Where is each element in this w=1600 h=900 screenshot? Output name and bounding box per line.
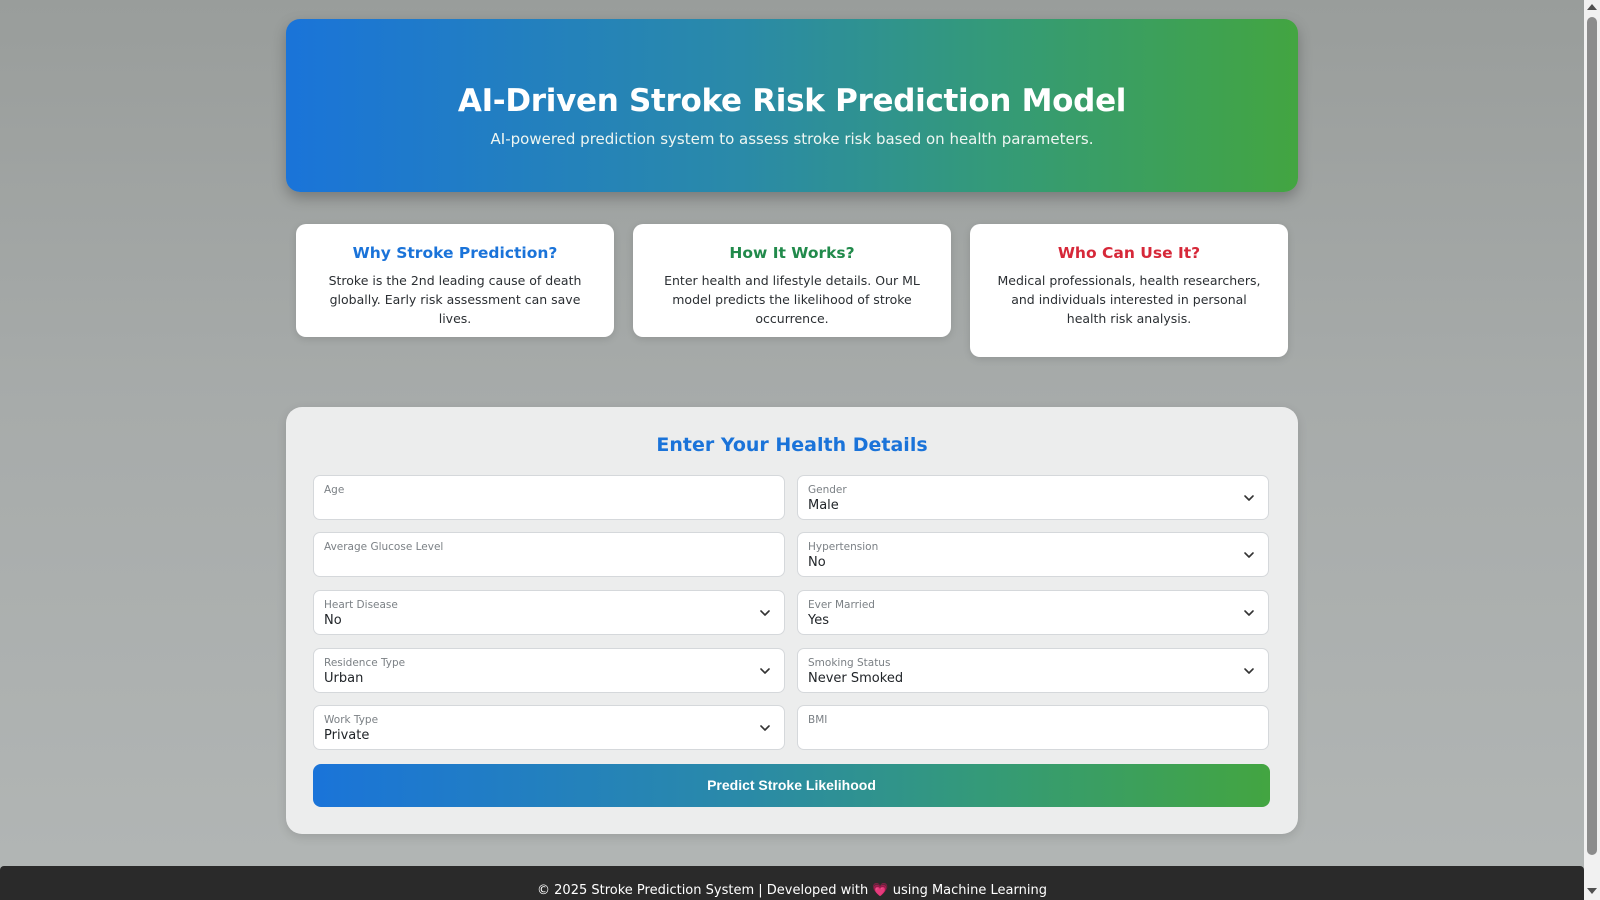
gender-label: Gender (808, 484, 847, 496)
health-details-form: Enter Your Health Details Age Gender Mal… (286, 407, 1298, 834)
page-subtitle: AI-powered prediction system to assess s… (490, 130, 1094, 148)
footer: © 2025 Stroke Prediction System | Develo… (0, 866, 1584, 900)
bmi-label: BMI (808, 714, 828, 726)
gender-value: Male (808, 498, 839, 513)
predict-button[interactable]: Predict Stroke Likelihood (313, 764, 1270, 807)
chevron-down-icon (760, 610, 770, 616)
age-label: Age (324, 484, 345, 496)
page-title: AI-Driven Stroke Risk Prediction Model (457, 83, 1127, 119)
info-card-title: Why Stroke Prediction? (352, 244, 558, 262)
info-card-text: Medical professionals, health researcher… (997, 273, 1261, 326)
gender-select[interactable]: Gender Male (797, 475, 1269, 520)
hero-banner: AI-Driven Stroke Risk Prediction Model A… (286, 19, 1298, 192)
chevron-down-icon (1244, 610, 1254, 616)
heart-disease-select[interactable]: Heart Disease No (313, 590, 785, 635)
footer-text-prefix: © 2025 Stroke Prediction System | Develo… (537, 883, 869, 898)
info-card-text: Enter health and lifestyle details. Our … (664, 273, 920, 326)
ever-married-value: Yes (808, 613, 829, 628)
hypertension-select[interactable]: Hypertension No (797, 532, 1269, 577)
scrollbar-thumb[interactable] (1587, 17, 1597, 855)
chevron-down-icon (760, 668, 770, 674)
smoking-status-label: Smoking Status (808, 657, 891, 669)
info-card-title: Who Can Use It? (1057, 244, 1201, 262)
footer-text-suffix: using Machine Learning (892, 883, 1047, 898)
chevron-down-icon (1244, 552, 1254, 558)
vertical-scrollbar[interactable] (1584, 0, 1600, 900)
page: AI-Driven Stroke Risk Prediction Model A… (0, 0, 1584, 900)
residence-type-select[interactable]: Residence Type Urban (313, 648, 785, 693)
bmi-input[interactable]: BMI (797, 705, 1269, 750)
scroll-up-arrow-icon[interactable] (1587, 4, 1597, 10)
glucose-input[interactable]: Average Glucose Level (313, 532, 785, 577)
info-card-title: How It Works? (729, 244, 855, 262)
hypertension-label: Hypertension (808, 541, 879, 553)
hypertension-value: No (808, 555, 826, 570)
smoking-status-select[interactable]: Smoking Status Never Smoked (797, 648, 1269, 693)
work-type-select[interactable]: Work Type Private (313, 705, 785, 750)
info-card-text: Stroke is the 2nd leading cause of death… (328, 273, 582, 326)
chevron-down-icon (760, 725, 770, 731)
residence-type-label: Residence Type (324, 657, 406, 669)
age-input[interactable]: Age (313, 475, 785, 520)
work-type-value: Private (324, 728, 370, 743)
chevron-down-icon (1244, 668, 1254, 674)
chevron-down-icon (1244, 495, 1254, 501)
glucose-label: Average Glucose Level (324, 541, 444, 553)
info-card-why: Why Stroke Prediction? Stroke is the 2nd… (296, 224, 614, 337)
smoking-status-value: Never Smoked (808, 671, 904, 686)
info-card-how: How It Works? Enter health and lifestyle… (633, 224, 951, 337)
info-card-who: Who Can Use It? Medical professionals, h… (970, 224, 1288, 357)
residence-type-value: Urban (324, 671, 364, 686)
form-title: Enter Your Health Details (656, 434, 928, 456)
heart-disease-value: No (324, 613, 342, 628)
scroll-down-arrow-icon[interactable] (1587, 888, 1597, 894)
ever-married-label: Ever Married (808, 599, 875, 611)
ever-married-select[interactable]: Ever Married Yes (797, 590, 1269, 635)
heart-icon: 💗 (872, 883, 889, 898)
work-type-label: Work Type (324, 714, 379, 726)
heart-disease-label: Heart Disease (324, 599, 398, 611)
